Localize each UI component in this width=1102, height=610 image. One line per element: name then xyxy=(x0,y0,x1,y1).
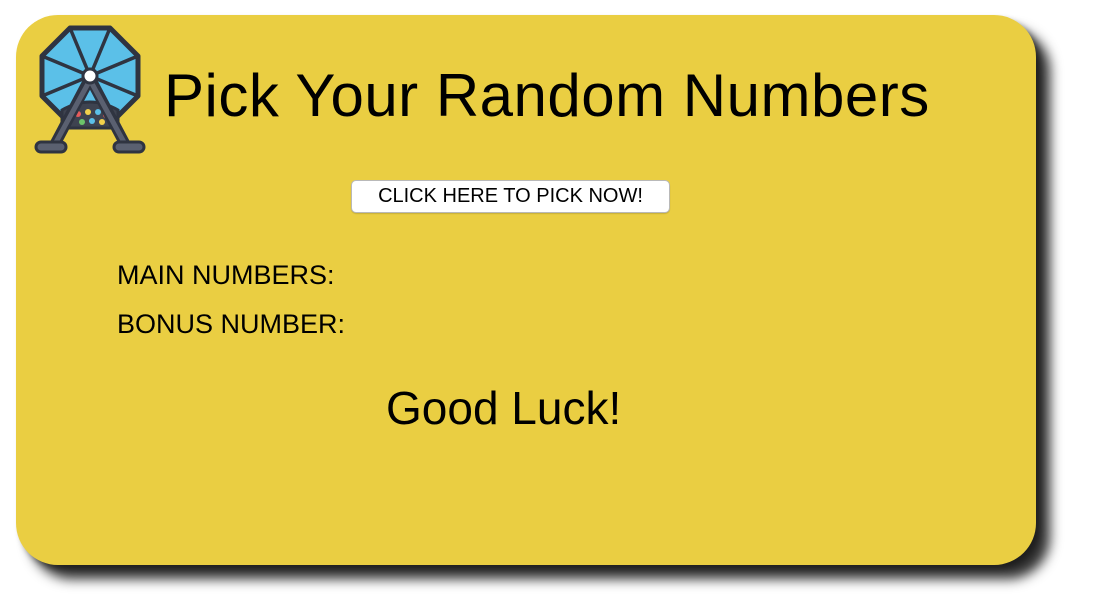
good-luck-message: Good Luck! xyxy=(386,382,622,434)
main-numbers-label: MAIN NUMBERS: xyxy=(117,260,335,290)
lottery-wheel-icon xyxy=(34,25,146,154)
lottery-card: Pick Your Random Numbers CLICK HERE TO P… xyxy=(16,15,1036,565)
bonus-number-label: BONUS NUMBER: xyxy=(117,309,346,339)
page-title: Pick Your Random Numbers xyxy=(164,62,930,129)
pick-numbers-button[interactable]: CLICK HERE TO PICK NOW! xyxy=(351,180,670,213)
bonus-number-row: BONUS NUMBER: xyxy=(117,308,345,340)
main-numbers-row: MAIN NUMBERS: xyxy=(117,259,335,291)
